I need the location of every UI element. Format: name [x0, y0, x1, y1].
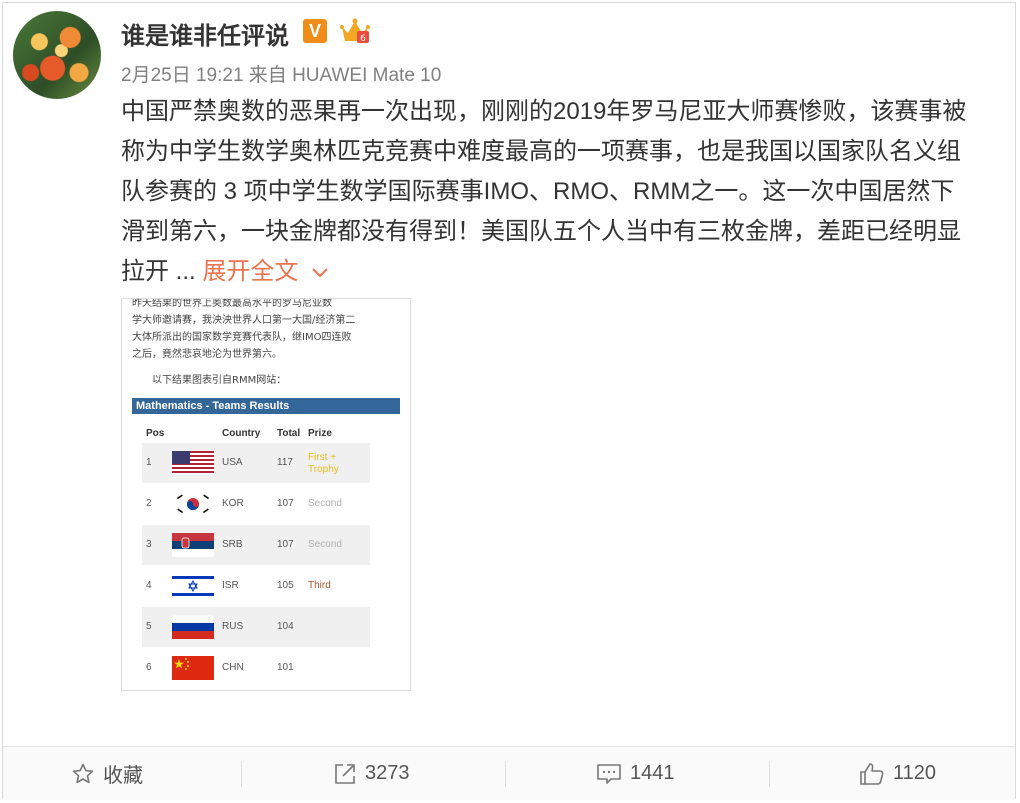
israel-flag-icon [172, 574, 214, 598]
divider [769, 761, 770, 787]
username[interactable]: 谁是谁非任评说 [121, 16, 289, 51]
embedded-image[interactable]: 昨天结果的世界上奥数最高水平的罗马尼亚数 学大师邀请赛，我泱泱世界人口第一大国/… [121, 298, 411, 691]
thumbs-up-icon [860, 762, 884, 785]
repost-icon [335, 763, 355, 784]
divider [505, 761, 506, 787]
cell-pos: 3 [146, 539, 152, 550]
embedded-text-line: 大体所派出的国家数学竞赛代表队，继IMO四连败 [132, 332, 352, 343]
table-row: 5 RUS 104 [142, 607, 370, 647]
divider [241, 761, 242, 787]
table-row: 3 SRB 107 Second [142, 525, 370, 565]
cell-pos: 4 [146, 580, 152, 591]
like-button[interactable]: 1120 [859, 747, 936, 800]
cell-pos: 1 [146, 457, 152, 468]
table-row: 2 KOR 107 Second [142, 484, 370, 524]
cell-country: KOR [222, 498, 244, 509]
embedded-text-line: 昨天结果的世界上奥数最高水平的罗马尼亚数 [132, 298, 332, 309]
post-content: 中国严禁奥数的恶果再一次出现，刚刚的2019年罗马尼亚大师赛惨败，该赛事被 称为… [121, 92, 991, 292]
post-action-bar: 收藏 3273 1441 1120 [3, 746, 1015, 800]
comment-icon [597, 763, 621, 784]
embedded-image-note: 以下结果图表引自RMM网站： [152, 375, 287, 386]
russia-flag-icon [172, 615, 214, 639]
avatar[interactable] [13, 11, 101, 99]
cell-country: CHN [222, 662, 244, 673]
cell-prize: First + Trophy [308, 452, 339, 476]
results-table-title: Mathematics - Teams Results [132, 398, 400, 414]
svg-text:6: 6 [360, 34, 366, 44]
like-count: 1120 [893, 762, 937, 784]
expand-full-text-link[interactable]: 展开全文 [202, 258, 298, 285]
content-line: 称为中学生数学奥林匹克竞赛中难度最高的一项赛事，也是我国以国家队名义组 [121, 138, 961, 165]
comment-count: 1441 [630, 762, 675, 784]
cell-pos: 2 [146, 498, 152, 509]
cell-total: 117 [277, 457, 293, 468]
cell-total: 101 [277, 662, 294, 673]
cell-country: RUS [222, 621, 244, 632]
table-row: 6 CHN 101 [142, 648, 370, 688]
cell-country: SRB [222, 539, 243, 550]
cell-pos: 6 [146, 662, 152, 673]
usa-flag-icon [172, 451, 214, 475]
header-prize: Prize [308, 428, 332, 439]
header-country: Country [222, 428, 261, 439]
table-row: 4 ISR 105 Third [142, 566, 370, 606]
cell-country: ISR [222, 580, 239, 591]
header-total: Total [277, 428, 301, 439]
chevron-down-icon[interactable] [312, 267, 329, 278]
weibo-post-card: 谁是谁非任评说 V 6 2月25日 19:21 来自 HUAWEI Mate 1… [2, 2, 1016, 800]
china-flag-icon [172, 656, 214, 680]
favorite-label: 收藏 [103, 765, 143, 787]
content-ellipsis: 拉开 ... [121, 258, 203, 285]
embedded-text-line: 学大师邀请赛，我泱泱世界人口第一大国/经济第二 [132, 315, 356, 326]
prize-line: First + [308, 452, 337, 463]
star-icon [72, 763, 94, 783]
cell-country: USA [222, 457, 243, 468]
repost-button[interactable]: 3273 [333, 747, 410, 800]
verified-badge-icon: V [303, 19, 327, 43]
comment-button[interactable]: 1441 [596, 747, 675, 800]
member-crown-icon: 6 [340, 18, 370, 44]
cell-total: 107 [277, 498, 294, 509]
prize-line: Trophy [308, 464, 339, 475]
embedded-text-line: 之后，竟然悲哀地沦为世界第六。 [132, 349, 282, 360]
cell-pos: 5 [146, 621, 152, 632]
cell-prize: Third [308, 580, 331, 591]
cell-prize: Second [308, 539, 342, 550]
content-line: 中国严禁奥数的恶果再一次出现，刚刚的2019年罗马尼亚大师赛惨败，该赛事被 [121, 98, 967, 125]
embedded-image-text: 昨天结果的世界上奥数最高水平的罗马尼亚数 学大师邀请赛，我泱泱世界人口第一大国/… [132, 298, 404, 363]
table-row: 1 USA 117 First + Trophy [142, 443, 370, 483]
repost-count: 3273 [365, 762, 410, 784]
content-line-last: 拉开 ... 展开全文 [121, 252, 991, 292]
content-line: 滑到第六，一块金牌都没有得到！美国队五个人当中有三枚金牌，差距已经明显 [121, 218, 961, 245]
korea-flag-icon [172, 492, 214, 516]
post-meta: 2月25日 19:21 来自 HUAWEI Mate 10 [121, 65, 442, 86]
cell-total: 104 [277, 621, 294, 632]
content-line: 队参赛的 3 项中学生数学国际赛事IMO、RMO、RMM之一。这一次中国居然下 [121, 178, 955, 205]
cell-total: 105 [277, 580, 294, 591]
cell-prize: Second [308, 498, 342, 509]
header-pos: Pos [146, 428, 165, 439]
favorite-button[interactable]: 收藏 [71, 747, 143, 800]
serbia-flag-icon [172, 533, 214, 557]
cell-total: 107 [277, 539, 294, 550]
